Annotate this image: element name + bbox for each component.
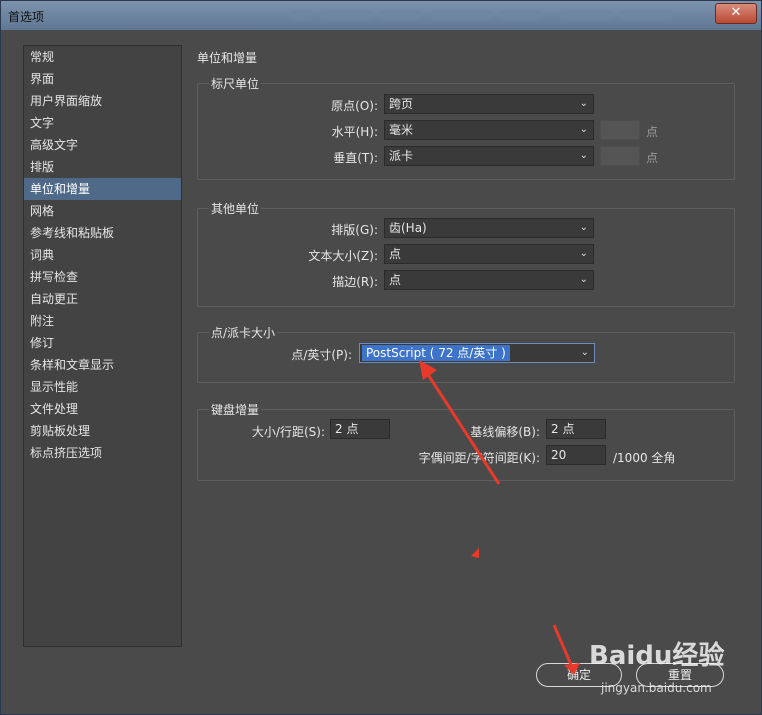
stroke-dropdown[interactable]: 点 ⌄ bbox=[384, 270, 594, 290]
sidebar-item[interactable]: 条样和文章显示 bbox=[24, 354, 181, 376]
kerning-unit: /1000 全角 bbox=[613, 451, 676, 465]
sidebar-item[interactable]: 修订 bbox=[24, 332, 181, 354]
watermark-url: jingyan.baidu.com bbox=[601, 681, 712, 695]
other-units-legend: 其他单位 bbox=[209, 200, 262, 217]
origin-value: 跨页 bbox=[389, 97, 414, 111]
section-title: 单位和增量 bbox=[197, 51, 258, 65]
chevron-down-icon: ⌄ bbox=[580, 347, 589, 358]
origin-label: 原点(O): bbox=[331, 99, 378, 113]
sidebar-item[interactable]: 文件处理 bbox=[24, 398, 181, 420]
chevron-down-icon: ⌄ bbox=[579, 274, 588, 285]
close-button[interactable]: ✕ bbox=[715, 3, 757, 24]
sidebar-item[interactable]: 拼写检查 bbox=[24, 266, 181, 288]
blurred-background bbox=[381, 10, 421, 20]
composition-dropdown[interactable]: 齿(Ha) ⌄ bbox=[384, 218, 594, 238]
origin-dropdown[interactable]: 跨页 ⌄ bbox=[384, 94, 594, 114]
annotation-arrow-icon bbox=[419, 360, 501, 485]
baseline-shift-input[interactable]: 2 点 bbox=[546, 419, 606, 439]
category-list: 常规 界面 用户界面缩放 文字 高级文字 排版 单位和增量 网格 参考线和粘贴板 词典 拼写检查 自动… bbox=[23, 45, 182, 647]
preferences-dialog: 首选项 ✕ 常规 界面 用户界面缩放 文字 高级文字 排版 单位和增量 网格 参考线和粘贴板 词典… bbox=[0, 0, 762, 715]
blurred-background bbox=[561, 10, 611, 20]
vertical-dropdown[interactable]: 派卡 ⌄ bbox=[384, 146, 594, 166]
text-size-value: 点 bbox=[389, 247, 402, 261]
points-per-inch-label: 点/英寸(P): bbox=[291, 348, 352, 362]
chevron-down-icon: ⌄ bbox=[579, 98, 588, 109]
composition-value: 齿(Ha) bbox=[389, 221, 427, 235]
chevron-down-icon: ⌄ bbox=[579, 248, 588, 259]
sidebar-item[interactable]: 参考线和粘贴板 bbox=[24, 222, 181, 244]
sidebar-item[interactable]: 网格 bbox=[24, 200, 181, 222]
sidebar-item[interactable]: 用户界面缩放 bbox=[24, 90, 181, 112]
composition-label: 排版(G): bbox=[331, 223, 378, 237]
stroke-label: 描边(R): bbox=[332, 275, 378, 289]
ruler-units-legend: 标尺单位 bbox=[209, 75, 262, 92]
vertical-label: 垂直(T): bbox=[333, 151, 378, 165]
title-bar: 首选项 ✕ bbox=[1, 1, 761, 30]
annotation-mark-icon bbox=[471, 548, 479, 558]
horizontal-value: 毫米 bbox=[389, 123, 414, 137]
sidebar-item[interactable]: 高级文字 bbox=[24, 134, 181, 156]
sidebar-item[interactable]: 排版 bbox=[24, 156, 181, 178]
blurred-background bbox=[621, 10, 671, 20]
blurred-background bbox=[431, 10, 491, 20]
sidebar-item[interactable]: 界面 bbox=[24, 68, 181, 90]
chevron-down-icon: ⌄ bbox=[579, 150, 588, 161]
size-leading-input[interactable]: 2 点 bbox=[330, 419, 390, 439]
blurred-background bbox=[321, 10, 371, 20]
text-size-dropdown[interactable]: 点 ⌄ bbox=[384, 244, 594, 264]
horizontal-unit: 点 bbox=[646, 125, 659, 139]
sidebar-item[interactable]: 附注 bbox=[24, 310, 181, 332]
horizontal-label: 水平(H): bbox=[331, 125, 378, 139]
sidebar-item[interactable]: 词典 bbox=[24, 244, 181, 266]
vertical-value: 派卡 bbox=[389, 149, 414, 163]
sidebar-item[interactable]: 剪贴板处理 bbox=[24, 420, 181, 442]
vertical-custom-field bbox=[600, 146, 640, 166]
sidebar-item[interactable]: 标点挤压选项 bbox=[24, 442, 181, 464]
watermark-logo: Baidu经验 bbox=[589, 641, 725, 671]
horizontal-dropdown[interactable]: 毫米 ⌄ bbox=[384, 120, 594, 140]
sidebar-item[interactable]: 文字 bbox=[24, 112, 181, 134]
stroke-value: 点 bbox=[389, 273, 402, 287]
sidebar-item[interactable]: 显示性能 bbox=[24, 376, 181, 398]
horizontal-custom-field bbox=[600, 120, 640, 140]
vertical-unit: 点 bbox=[646, 151, 659, 165]
size-leading-label: 大小/行距(S): bbox=[251, 425, 325, 439]
keyboard-increments-legend: 键盘增量 bbox=[209, 401, 262, 418]
window-title: 首选项 bbox=[8, 10, 45, 24]
sidebar-item[interactable]: 自动更正 bbox=[24, 288, 181, 310]
annotation-arrow-icon bbox=[552, 624, 580, 675]
kerning-input[interactable]: 20 bbox=[546, 445, 606, 465]
sidebar-item[interactable]: 常规 bbox=[24, 46, 181, 68]
chevron-down-icon: ⌄ bbox=[579, 124, 588, 135]
sidebar-item[interactable]: 单位和增量 bbox=[24, 178, 181, 200]
blurred-background bbox=[501, 10, 541, 20]
point-pica-legend: 点/派卡大小 bbox=[209, 324, 278, 341]
blurred-background bbox=[291, 10, 311, 20]
text-size-label: 文本大小(Z): bbox=[308, 249, 378, 263]
chevron-down-icon: ⌄ bbox=[579, 222, 588, 233]
